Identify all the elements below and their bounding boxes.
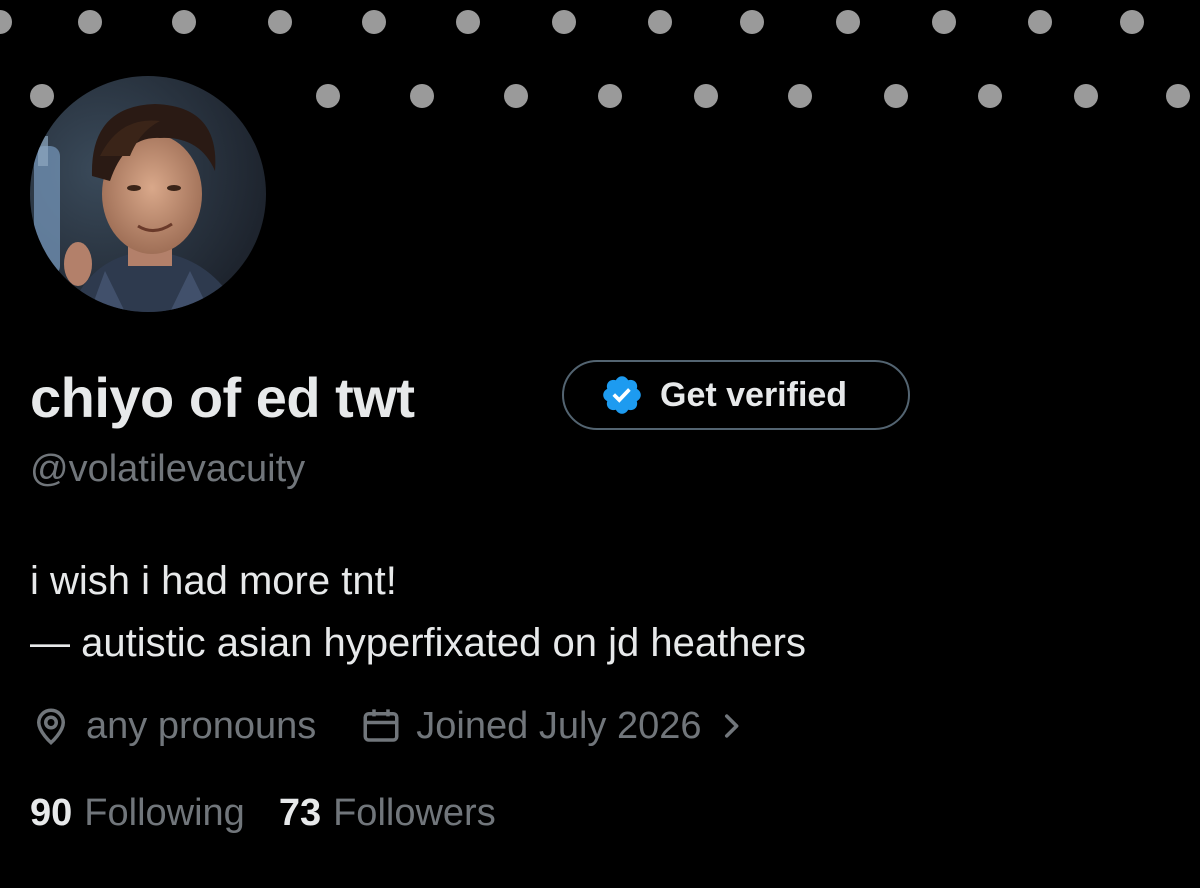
banner-dot	[1120, 10, 1144, 34]
banner-dot	[316, 84, 340, 108]
avatar[interactable]	[26, 72, 270, 316]
display-name: chiyo of ed twt	[30, 366, 415, 429]
banner-dot	[598, 84, 622, 108]
following-count: 90	[30, 792, 73, 834]
followers-label: Followers	[333, 792, 496, 834]
banner-dot	[1028, 10, 1052, 34]
banner-dot	[552, 10, 576, 34]
banner-dot	[740, 10, 764, 34]
pronouns-text: any pronouns	[86, 704, 317, 747]
chevron-right-icon	[724, 714, 738, 738]
profile-meta: any pronouns Joined July 2026	[30, 700, 748, 752]
banner-dot	[78, 10, 102, 34]
get-verified-button[interactable]: Get verified	[562, 360, 910, 430]
pronouns-item: any pronouns	[30, 705, 316, 748]
banner-dot	[410, 84, 434, 108]
verified-badge-icon	[603, 376, 641, 414]
bio-line: — autistic asian hyperfixated on jd heat…	[30, 621, 806, 665]
joined-date-item[interactable]: Joined July 2026	[360, 705, 747, 748]
banner-dot	[362, 10, 386, 34]
banner-dot	[836, 10, 860, 34]
banner-dot	[884, 84, 908, 108]
banner-dot	[694, 84, 718, 108]
banner-dot	[978, 84, 1002, 108]
follow-stats: 90 Following 73 Followers	[30, 792, 496, 835]
joined-date-text: Joined July 2026	[416, 704, 702, 747]
followers-count: 73	[278, 792, 322, 834]
location-pin-icon	[36, 708, 66, 745]
avatar-portrait	[30, 76, 266, 312]
profile-bio: i wish i had more tnt! — autistic asian …	[30, 550, 806, 674]
avatar-photo	[30, 76, 266, 312]
calendar-icon	[363, 709, 399, 742]
banner-dot	[456, 10, 480, 34]
banner-dot	[932, 10, 956, 34]
banner-dot	[504, 84, 528, 108]
banner-dot	[30, 84, 54, 108]
profile-page: chiyo of ed twt Get verified @volatileva…	[0, 0, 1200, 888]
username-handle: @volatilevacuity	[30, 448, 306, 490]
banner-dot	[0, 10, 12, 34]
banner-dot	[648, 10, 672, 34]
banner-dot	[1166, 84, 1190, 108]
following-link[interactable]: 90 Following	[30, 792, 245, 835]
get-verified-label: Get verified	[660, 375, 848, 414]
bio-line: i wish i had more tnt!	[30, 559, 397, 603]
following-label: Following	[84, 792, 245, 834]
followers-link[interactable]: 73 Followers	[279, 792, 496, 835]
banner-dot	[268, 10, 292, 34]
banner-dot	[1074, 84, 1098, 108]
banner-dot	[788, 84, 812, 108]
banner-dot	[172, 10, 196, 34]
